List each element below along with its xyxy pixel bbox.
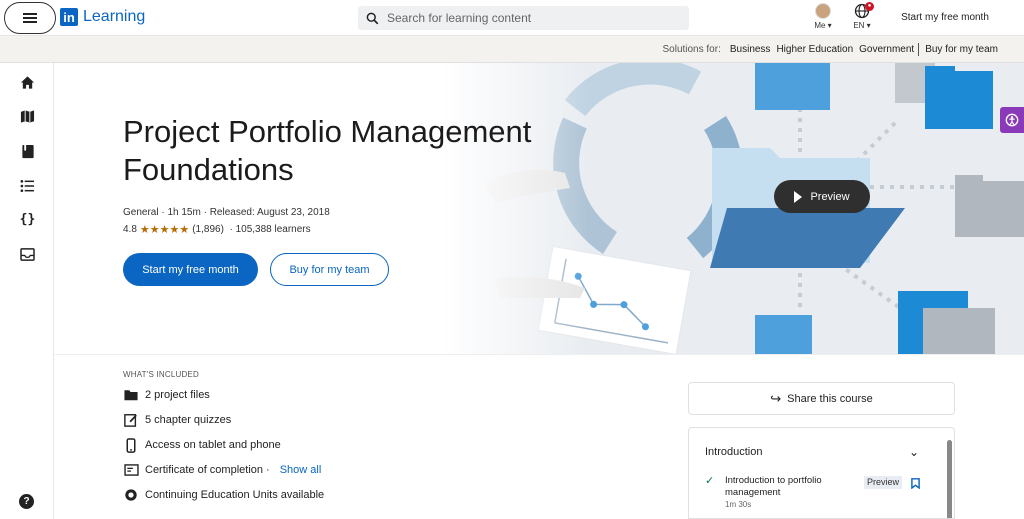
preview-label: Preview: [810, 190, 850, 203]
hamburger-icon: [23, 17, 37, 19]
preview-badge: Preview: [864, 476, 903, 489]
solutions-label: Solutions for:: [662, 44, 721, 55]
scrollbar[interactable]: [947, 440, 952, 518]
show-all-link[interactable]: Show all: [280, 464, 322, 476]
me-label: Me: [814, 21, 826, 30]
search-input[interactable]: [387, 11, 667, 25]
solutions-business-link[interactable]: Business: [730, 44, 771, 55]
included-item: Certificate of completion · Show all: [123, 462, 321, 478]
solutions-higher-education-link[interactable]: Higher Education: [776, 44, 853, 55]
start-free-month-button[interactable]: Start my free month: [123, 253, 258, 286]
search-bar[interactable]: [358, 6, 689, 30]
help-icon[interactable]: ?: [19, 494, 34, 509]
buy-for-team-link[interactable]: Buy for my team: [925, 44, 998, 55]
solutions-government-link[interactable]: Government: [859, 44, 914, 55]
home-icon[interactable]: [19, 74, 36, 91]
star-rating-icon: ★★★★★: [139, 224, 190, 236]
included-label: Access on tablet and phone: [145, 439, 281, 451]
preview-button[interactable]: Preview: [774, 180, 870, 213]
play-icon: [794, 190, 803, 203]
quiz-icon: [123, 412, 139, 428]
rating-count: (1,896): [192, 224, 224, 235]
phone-icon: [123, 437, 139, 453]
included-label: Certificate of completion ·: [145, 464, 270, 476]
top-header: in Learning Me ▾ ● EN ▾ Start my free mo…: [0, 0, 1024, 36]
divider: [918, 43, 920, 56]
inbox-icon[interactable]: [19, 246, 36, 263]
chapter-title[interactable]: Introduction: [705, 446, 762, 458]
buy-for-team-button[interactable]: Buy for my team: [270, 253, 389, 286]
linkedin-learning-logo[interactable]: in Learning: [60, 8, 145, 26]
search-icon: [366, 12, 379, 24]
included-item: 5 chapter quizzes: [123, 412, 231, 428]
caret-down-icon: ▾: [866, 21, 871, 30]
table-of-contents: Introduction ⌄ ✓ Introduction to portfol…: [688, 427, 955, 519]
lesson-duration: 1m 30s: [725, 500, 752, 509]
linkedin-logo-mark: in: [60, 8, 78, 26]
share-arrow-icon: ↪: [770, 390, 782, 406]
included-item: Access on tablet and phone: [123, 437, 281, 453]
included-label: 5 chapter quizzes: [145, 414, 232, 426]
lesson-title[interactable]: Introduction to portfolio management: [725, 475, 845, 499]
caret-down-icon: ▾: [827, 21, 832, 30]
learner-count: · 105,388 learners: [229, 224, 311, 235]
avatar: [815, 3, 831, 19]
share-label: Share this course: [787, 392, 873, 405]
certificate-icon: [123, 462, 139, 478]
language-menu[interactable]: ● EN ▾: [848, 2, 876, 30]
course-meta: General · 1h 15m · Released: August 23, …: [123, 207, 330, 218]
course-rating: 4.8 ★★★★★ (1,896) · 105,388 learners: [123, 223, 311, 236]
included-label: 2 project files: [145, 389, 210, 401]
book-icon[interactable]: [19, 143, 36, 160]
folder-icon: [123, 387, 139, 403]
list-icon[interactable]: [19, 177, 36, 194]
section-heading: WHAT'S INCLUDED: [123, 370, 199, 379]
solutions-bar: Solutions for: Business Higher Education…: [0, 36, 1024, 63]
included-item: Continuing Education Units available: [123, 487, 324, 503]
rating-value: 4.8: [123, 224, 137, 235]
notification-dot: ●: [865, 2, 874, 11]
course-title: Project Portfolio Management Foundations: [123, 114, 532, 187]
included-item: 2 project files: [123, 387, 210, 403]
bookmark-icon[interactable]: [911, 476, 920, 494]
whats-included-section: WHAT'S INCLUDED 2 project files 5 chapte…: [123, 370, 523, 501]
globe-icon: ●: [854, 2, 874, 19]
menu-button[interactable]: [4, 2, 56, 34]
checkmark-icon: ✓: [705, 475, 715, 487]
accessibility-icon: [1005, 113, 1019, 127]
included-label: Continuing Education Units available: [145, 489, 325, 501]
map-icon[interactable]: [19, 108, 36, 125]
chevron-down-icon[interactable]: ⌄: [909, 445, 919, 459]
me-menu[interactable]: Me ▾: [806, 2, 840, 30]
language-label: EN: [853, 21, 865, 30]
start-free-month-link[interactable]: Start my free month: [888, 8, 1002, 28]
code-braces-icon[interactable]: {}: [19, 211, 36, 228]
badge-icon: [123, 487, 139, 503]
course-hero: Project Portfolio Management Foundations…: [55, 63, 1024, 355]
accessibility-widget[interactable]: [1000, 107, 1024, 133]
left-navigation-rail: {} ?: [0, 63, 54, 519]
logo-wordmark: Learning: [83, 8, 146, 25]
share-course-button[interactable]: ↪ Share this course: [688, 382, 955, 415]
